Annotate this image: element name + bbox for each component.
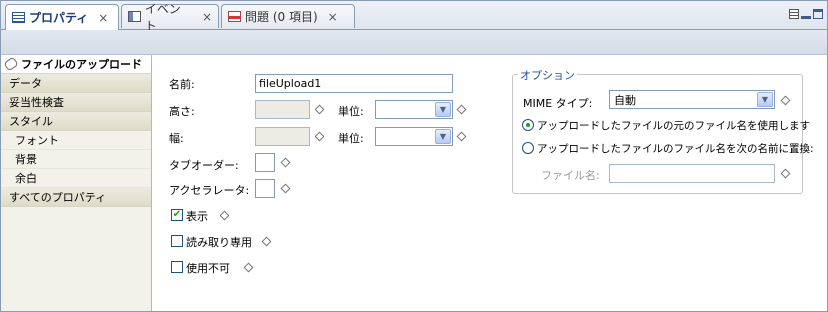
height-label: 高さ: [169,105,195,118]
sidebar-item-validation[interactable]: 妥当性検査 [1,93,151,112]
tab-problems[interactable]: 問題 (0 項目) × [221,4,355,28]
view-controls [789,9,823,19]
properties-icon [12,12,25,23]
close-icon[interactable]: × [202,10,212,24]
tab-properties[interactable]: プロパティ × [5,4,119,30]
filename-field[interactable] [609,164,775,183]
sidebar-item-file-upload[interactable]: ファイルのアップロード [1,55,151,74]
width-field[interactable] [255,127,310,146]
property-marker-icon [314,131,325,142]
width-label: 幅: [169,132,184,145]
tab-label: プロパティ [29,11,89,25]
select-value: 自動 [614,93,636,107]
sidebar: ファイルのアップロード データ 妥当性検査 スタイル フォント 背景 余白 すべ… [1,55,152,311]
accelerator-field[interactable] [255,179,275,198]
sidebar-item-label: データ [9,77,42,90]
property-marker-icon [456,104,467,115]
replace-filename-radio[interactable] [522,142,534,154]
property-marker-icon [243,262,254,273]
visible-checkbox[interactable]: ✔ [171,209,183,221]
sidebar-item-label: 背景 [15,153,37,166]
sidebar-item-data[interactable]: データ [1,74,151,93]
tab-order-field[interactable] [255,153,275,172]
disabled-checkbox[interactable] [171,261,183,273]
view-menu-icon[interactable] [789,9,799,19]
width-unit-label: 単位: [338,132,364,145]
disabled-label: 使用不可 [186,262,230,275]
property-marker-icon [314,104,325,115]
paperclip-icon [3,56,19,72]
property-marker-icon [280,183,291,194]
chevron-down-icon[interactable]: ▼ [435,129,451,144]
property-marker-icon [219,210,230,221]
property-marker-icon [280,157,291,168]
sidebar-item-label: すべてのプロパティ [9,191,107,204]
width-unit-select[interactable]: ▼ [375,127,453,146]
minimize-icon[interactable] [801,9,811,19]
sidebar-item-margin[interactable]: 余白 [1,169,151,188]
filename-label: ファイル名: [541,169,600,182]
height-field[interactable] [255,100,310,119]
mime-type-label: MIME タイプ: [523,97,593,110]
property-marker-icon [456,131,467,142]
events-icon [128,11,141,22]
height-unit-label: 単位: [338,105,364,118]
problems-icon [228,11,241,22]
options-group-title: オプション [518,67,577,83]
toolbar-strip [1,30,827,55]
tab-label: 問題 (0 項目) [245,10,318,24]
chevron-down-icon[interactable]: ▼ [435,102,451,117]
visible-label: 表示 [186,210,208,223]
accelerator-label: アクセラレータ: [169,184,250,197]
maximize-icon[interactable] [813,9,823,19]
height-unit-select[interactable]: ▼ [375,100,453,119]
close-icon[interactable]: × [98,11,108,25]
sidebar-item-label: スタイル [9,115,53,128]
tab-label: イベント [144,1,181,33]
sidebar-item-label: ファイルのアップロード [21,58,142,71]
mime-type-select[interactable]: 自動 ▼ [609,90,775,109]
readonly-label: 読み取り専用 [186,236,252,249]
name-field[interactable] [255,74,453,93]
tab-order-label: タブオーダー: [169,159,239,172]
replace-filename-label: アップロードしたファイルのファイル名を次の名前に置換: [537,143,814,155]
chevron-down-icon[interactable]: ▼ [757,92,773,107]
tab-events[interactable]: イベント × [121,2,219,33]
name-label: 名前: [169,78,195,91]
sidebar-item-label: 余白 [15,172,37,185]
use-original-filename-radio[interactable] [522,119,534,131]
sidebar-item-style[interactable]: スタイル [1,112,151,131]
use-original-filename-label: アップロードしたファイルの元のファイル名を使用します [537,120,810,132]
sidebar-item-background[interactable]: 背景 [1,150,151,169]
tab-bar: プロパティ × イベント × 問題 (0 項目) × [1,1,827,33]
sidebar-item-font[interactable]: フォント [1,131,151,150]
sidebar-item-all-properties[interactable]: すべてのプロパティ [1,188,151,207]
sidebar-item-label: 妥当性検査 [9,96,64,109]
close-icon[interactable]: × [328,10,338,24]
readonly-checkbox[interactable] [171,235,183,247]
properties-view: プロパティ × イベント × 問題 (0 項目) × ファイルのアップロード デ… [0,0,828,312]
property-marker-icon [261,236,272,247]
sidebar-item-label: フォント [15,134,59,147]
